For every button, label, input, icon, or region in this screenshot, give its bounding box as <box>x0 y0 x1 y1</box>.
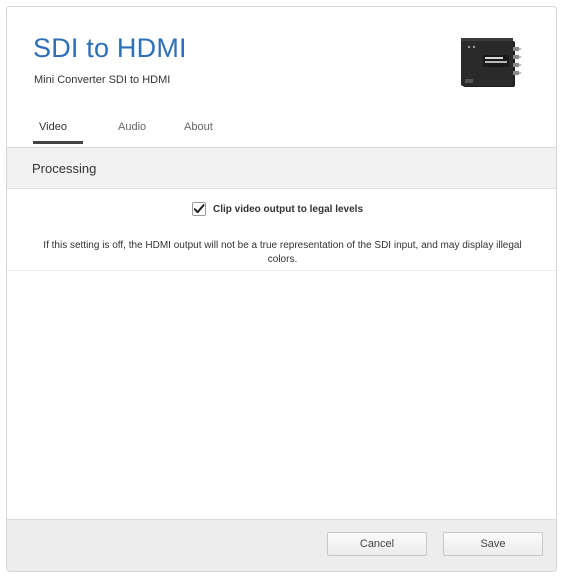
clip-video-help-text: If this setting is off, the HDMI output … <box>43 240 522 265</box>
section-title: Processing <box>32 161 97 176</box>
section-header: Processing <box>7 147 556 189</box>
tab-bar: Video Audio About <box>7 111 556 145</box>
page-subtitle: Mini Converter SDI to HDMI <box>34 74 171 86</box>
active-tab-indicator <box>33 141 83 144</box>
tab-about[interactable]: About <box>184 121 213 133</box>
checkmark-icon[interactable] <box>192 202 206 216</box>
header: SDI to HDMI Mini Converter SDI to HDMI <box>7 7 556 107</box>
cancel-button[interactable]: Cancel <box>327 532 427 556</box>
footer-bar: Cancel Save <box>7 519 556 571</box>
converter-device-icon <box>461 38 521 87</box>
page-title: SDI to HDMI <box>33 33 187 63</box>
save-button[interactable]: Save <box>443 532 543 556</box>
clip-video-checkbox-row[interactable]: Clip video output to legal levels <box>192 201 363 217</box>
settings-window: SDI to HDMI Mini Converter SDI to HDMI V… <box>6 6 557 572</box>
clip-video-checkbox-label: Clip video output to legal levels <box>213 203 364 215</box>
settings-content: Clip video output to legal levels If thi… <box>7 189 556 271</box>
tab-audio[interactable]: Audio <box>118 121 146 133</box>
tab-video[interactable]: Video <box>39 121 67 133</box>
